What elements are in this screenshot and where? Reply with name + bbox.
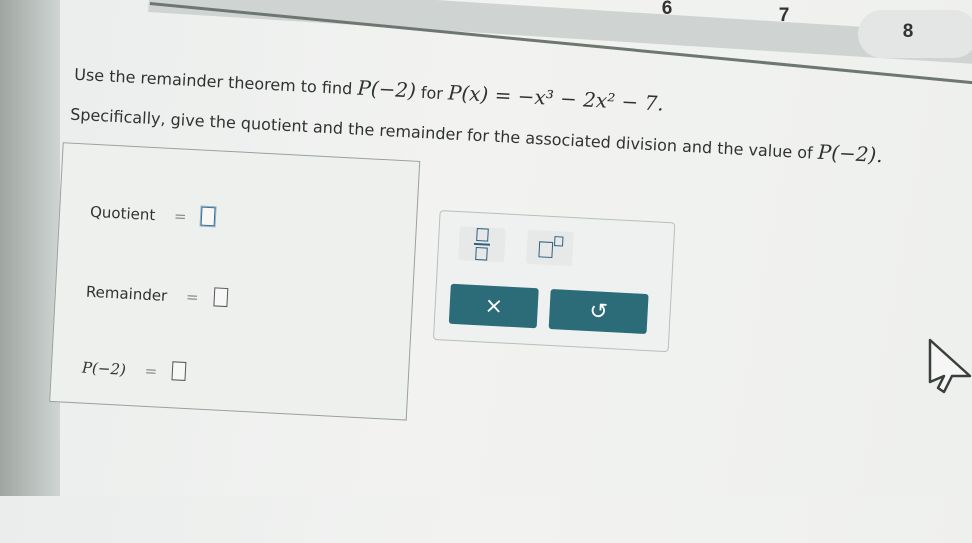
exponent-button[interactable] — [526, 229, 574, 267]
answer-panel: Quotient = Remainder = P(−2) = — [49, 142, 421, 421]
p-value-equals: = — [144, 361, 158, 381]
undo-icon: ↺ — [588, 298, 609, 325]
tab-question-6[interactable]: 6 — [655, 0, 679, 20]
remainder-row: Remainder = — [85, 281, 228, 308]
p-value-input[interactable] — [171, 361, 187, 381]
remainder-label: Remainder — [85, 282, 168, 305]
remainder-input[interactable] — [212, 287, 228, 308]
math-toolbar: × ↺ — [432, 210, 676, 353]
tab-question-7[interactable]: 7 — [772, 5, 796, 27]
quotient-input[interactable] — [200, 206, 216, 227]
question-point-value: P(−2). — [817, 139, 884, 168]
p-value-row: P(−2) = — [82, 357, 187, 382]
quotient-equals: = — [173, 207, 187, 226]
quotient-row: Quotient = — [90, 201, 216, 228]
question-point: P(−2) — [356, 75, 417, 103]
fraction-icon — [473, 228, 491, 261]
question-polynomial: P(x) = −x³ − 2x² − 7. — [447, 80, 665, 116]
fraction-button[interactable] — [458, 226, 506, 263]
clear-button[interactable]: × — [448, 283, 539, 329]
clear-icon: × — [483, 293, 504, 319]
tab-question-8[interactable]: 8 — [896, 21, 920, 43]
mouse-pointer-icon — [928, 338, 972, 394]
question-intro-text: Use the remainder theorem to find — [73, 64, 353, 99]
quotient-label: Quotient — [89, 202, 156, 225]
p-value-label: P(−2) — [81, 358, 127, 379]
undo-button[interactable]: ↺ — [548, 288, 649, 335]
question-content: Use the remainder theorem to find P(−2) … — [0, 0, 972, 543]
exponent-icon — [536, 235, 564, 260]
remainder-equals: = — [185, 287, 200, 307]
question-for-text: for — [420, 82, 444, 104]
